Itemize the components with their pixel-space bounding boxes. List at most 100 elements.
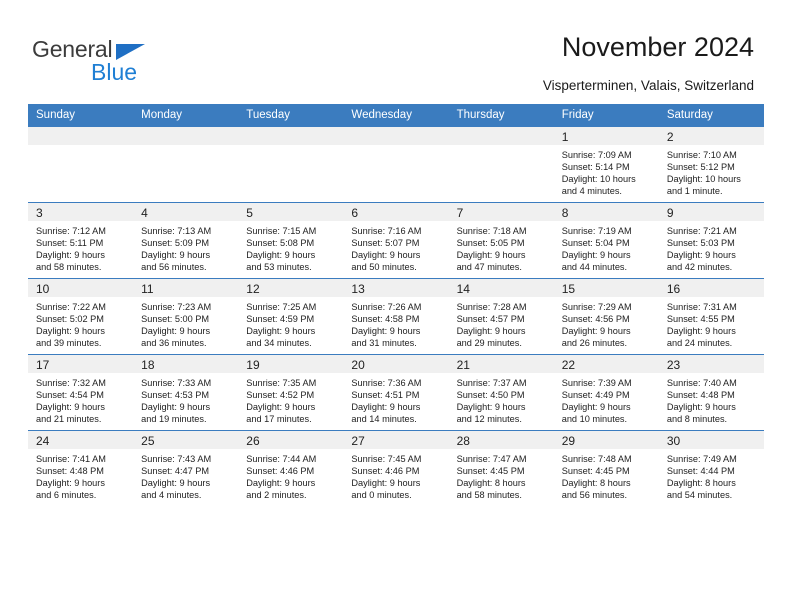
day-number: 29 bbox=[561, 434, 576, 448]
calendar-day-cell[interactable]: 6 Sunrise: 7:16 AM Sunset: 5:07 PM Daylight… bbox=[343, 202, 449, 279]
calendar-day-cell[interactable]: 1 Sunrise: 7:09 AM Sunset: 5:14 PM Daylight… bbox=[553, 126, 659, 203]
day-number: 10 bbox=[36, 282, 50, 296]
day-number-band bbox=[343, 127, 449, 145]
calendar-day-cell[interactable]: 28 Sunrise: 7:47 AM Sunset: 4:45 PM Dayligh… bbox=[448, 430, 554, 506]
day-number: 19 bbox=[246, 358, 260, 372]
day-details: Sunrise: 7:44 AM Sunset: 4:46 PM Daylight:… bbox=[238, 449, 343, 501]
daylight-duration-line1: Daylight: 9 hours bbox=[666, 250, 736, 261]
weekday-header-sunday: Sunday bbox=[28, 104, 134, 127]
calendar-day-cell[interactable]: 22 Sunrise: 7:39 AM Sunset: 4:49 PM Dayligh… bbox=[553, 354, 659, 431]
sunset-time: Sunset: 4:53 PM bbox=[141, 390, 210, 401]
daylight-duration-line1: Daylight: 9 hours bbox=[351, 250, 421, 261]
sunset-time: Sunset: 4:51 PM bbox=[351, 390, 420, 401]
calendar-day-cell[interactable]: 24 Sunrise: 7:41 AM Sunset: 4:48 PM Dayligh… bbox=[28, 430, 134, 506]
day-details: Sunrise: 7:41 AM Sunset: 4:48 PM Daylight:… bbox=[28, 449, 133, 501]
calendar-day-cell[interactable]: 23 Sunrise: 7:40 AM Sunset: 4:48 PM Dayligh… bbox=[658, 354, 764, 431]
page-subtitle-location: Visperterminen, Valais, Switzerland bbox=[542, 78, 754, 93]
sunrise-time: Sunrise: 7:16 AM bbox=[351, 226, 422, 236]
calendar-day-cell[interactable]: 5 Sunrise: 7:15 AM Sunset: 5:08 PM Daylight… bbox=[238, 202, 344, 279]
sunrise-time: Sunrise: 7:22 AM bbox=[36, 302, 106, 312]
sunset-time: Sunset: 4:59 PM bbox=[246, 314, 315, 325]
calendar-day-cell[interactable]: 3 Sunrise: 7:12 AM Sunset: 5:11 PM Daylight… bbox=[28, 202, 134, 279]
daylight-duration-line1: Daylight: 9 hours bbox=[246, 326, 316, 337]
sunrise-time: Sunrise: 7:19 AM bbox=[561, 226, 632, 236]
daylight-duration-line2: and 53 minutes. bbox=[246, 262, 312, 273]
daylight-duration-line2: and 44 minutes. bbox=[561, 262, 628, 273]
day-number-band: 23 bbox=[658, 355, 764, 373]
day-number-band bbox=[28, 127, 134, 145]
day-number-band: 26 bbox=[238, 431, 344, 449]
weekday-header-wednesday: Wednesday bbox=[343, 104, 449, 127]
sunset-time: Sunset: 4:57 PM bbox=[456, 314, 525, 325]
sunset-time: Sunset: 4:49 PM bbox=[561, 390, 630, 401]
day-number-band: 17 bbox=[28, 355, 134, 373]
calendar-day-cell[interactable]: 11 Sunrise: 7:23 AM Sunset: 5:00 PM Dayligh… bbox=[133, 278, 239, 355]
sunset-time: Sunset: 4:50 PM bbox=[456, 390, 525, 401]
day-number: 28 bbox=[456, 434, 470, 448]
day-number-band: 9 bbox=[658, 203, 764, 221]
day-number-band: 11 bbox=[133, 279, 239, 297]
daylight-duration-line1: Daylight: 9 hours bbox=[246, 250, 316, 261]
day-number: 24 bbox=[36, 434, 50, 448]
day-number-band: 1 bbox=[553, 127, 659, 145]
daylight-duration-line2: and 47 minutes. bbox=[456, 262, 522, 273]
day-details: Sunrise: 7:10 AM Sunset: 5:12 PM Daylight:… bbox=[659, 145, 764, 197]
calendar-day-cell[interactable]: 15 Sunrise: 7:29 AM Sunset: 4:56 PM Dayligh… bbox=[553, 278, 659, 355]
calendar-day-cell[interactable]: 2 Sunrise: 7:10 AM Sunset: 5:12 PM Daylight… bbox=[658, 126, 764, 203]
day-number: 1 bbox=[561, 130, 569, 144]
daylight-duration-line2: and 4 minutes. bbox=[141, 490, 202, 501]
daylight-duration-line2: and 58 minutes. bbox=[456, 490, 522, 501]
sunset-time: Sunset: 5:07 PM bbox=[351, 238, 420, 249]
calendar-day-cell[interactable]: 29 Sunrise: 7:48 AM Sunset: 4:45 PM Dayligh… bbox=[553, 430, 659, 506]
calendar-day-cell[interactable]: 30 Sunrise: 7:49 AM Sunset: 4:44 PM Dayligh… bbox=[658, 430, 764, 506]
sunset-time: Sunset: 4:56 PM bbox=[561, 314, 630, 325]
calendar-table: Sunday Monday Tuesday Wednesday Thursday… bbox=[28, 104, 764, 506]
sunset-time: Sunset: 4:48 PM bbox=[36, 466, 104, 477]
calendar-day-cell[interactable]: 18 Sunrise: 7:33 AM Sunset: 4:53 PM Dayligh… bbox=[133, 354, 239, 431]
logo-text-blue: Blue bbox=[91, 59, 138, 85]
calendar-day-cell[interactable]: 16 Sunrise: 7:31 AM Sunset: 4:55 PM Dayligh… bbox=[658, 278, 764, 355]
calendar-day-cell[interactable]: 7 Sunrise: 7:18 AM Sunset: 5:05 PM Daylight… bbox=[448, 202, 554, 279]
day-number-band: 12 bbox=[238, 279, 344, 297]
day-details: Sunrise: 7:49 AM Sunset: 4:44 PM Daylight:… bbox=[659, 449, 764, 501]
day-number-band: 3 bbox=[28, 203, 134, 221]
calendar-day-cell[interactable]: 13 Sunrise: 7:26 AM Sunset: 4:58 PM Dayligh… bbox=[343, 278, 449, 355]
calendar-day-cell[interactable]: 27 Sunrise: 7:45 AM Sunset: 4:46 PM Dayligh… bbox=[343, 430, 449, 506]
day-number-band bbox=[238, 127, 344, 145]
day-details: Sunrise: 7:15 AM Sunset: 5:08 PM Daylight:… bbox=[238, 221, 343, 273]
calendar-day-cell[interactable]: 8 Sunrise: 7:19 AM Sunset: 5:04 PM Daylight… bbox=[553, 202, 659, 279]
day-details: Sunrise: 7:13 AM Sunset: 5:09 PM Daylight:… bbox=[133, 221, 238, 273]
sunset-time: Sunset: 4:47 PM bbox=[141, 466, 210, 477]
calendar-day-cell[interactable]: 10 Sunrise: 7:22 AM Sunset: 5:02 PM Dayligh… bbox=[28, 278, 134, 355]
calendar-day-cell[interactable]: 21 Sunrise: 7:37 AM Sunset: 4:50 PM Dayligh… bbox=[448, 354, 554, 431]
calendar-day-cell[interactable]: 19 Sunrise: 7:35 AM Sunset: 4:52 PM Dayligh… bbox=[238, 354, 344, 431]
calendar-day-cell[interactable]: 26 Sunrise: 7:44 AM Sunset: 4:46 PM Dayligh… bbox=[238, 430, 344, 506]
daylight-duration-line1: Daylight: 9 hours bbox=[666, 402, 736, 413]
calendar-day-cell[interactable]: 17 Sunrise: 7:32 AM Sunset: 4:54 PM Dayligh… bbox=[28, 354, 134, 431]
daylight-duration-line1: Daylight: 10 hours bbox=[561, 174, 636, 185]
daylight-duration-line2: and 8 minutes. bbox=[666, 414, 728, 425]
calendar-day-cell[interactable]: 20 Sunrise: 7:36 AM Sunset: 4:51 PM Dayligh… bbox=[343, 354, 449, 431]
sunrise-time: Sunrise: 7:48 AM bbox=[561, 454, 632, 464]
sunrise-time: Sunrise: 7:40 AM bbox=[666, 378, 737, 388]
daylight-duration-line1: Daylight: 9 hours bbox=[561, 326, 631, 337]
day-number-band: 14 bbox=[448, 279, 554, 297]
calendar-day-cell[interactable]: 14 Sunrise: 7:28 AM Sunset: 4:57 PM Dayligh… bbox=[448, 278, 554, 355]
day-number: 2 bbox=[666, 130, 674, 144]
calendar-day-cell[interactable]: 12 Sunrise: 7:25 AM Sunset: 4:59 PM Dayligh… bbox=[238, 278, 344, 355]
day-details: Sunrise: 7:31 AM Sunset: 4:55 PM Daylight:… bbox=[659, 297, 764, 349]
daylight-duration-line1: Daylight: 8 hours bbox=[561, 478, 631, 489]
day-number-band: 6 bbox=[343, 203, 449, 221]
calendar-day-cell[interactable]: 4 Sunrise: 7:13 AM Sunset: 5:09 PM Daylight… bbox=[133, 202, 239, 279]
daylight-duration-line2: and 24 minutes. bbox=[666, 338, 733, 349]
day-number-band: 8 bbox=[553, 203, 659, 221]
sunrise-time: Sunrise: 7:10 AM bbox=[666, 150, 737, 160]
calendar-week-row: 3 Sunrise: 7:12 AM Sunset: 5:11 PM Daylight… bbox=[28, 202, 764, 279]
daylight-duration-line2: and 14 minutes. bbox=[351, 414, 417, 425]
daylight-duration-line1: Daylight: 9 hours bbox=[561, 250, 631, 261]
daylight-duration-line2: and 12 minutes. bbox=[456, 414, 522, 425]
calendar-day-cell[interactable]: 25 Sunrise: 7:43 AM Sunset: 4:47 PM Dayligh… bbox=[133, 430, 239, 506]
daylight-duration-line1: Daylight: 9 hours bbox=[141, 402, 211, 413]
calendar-day-cell[interactable]: 9 Sunrise: 7:21 AM Sunset: 5:03 PM Daylight… bbox=[658, 202, 764, 279]
day-details: Sunrise: 7:35 AM Sunset: 4:52 PM Daylight:… bbox=[238, 373, 343, 425]
